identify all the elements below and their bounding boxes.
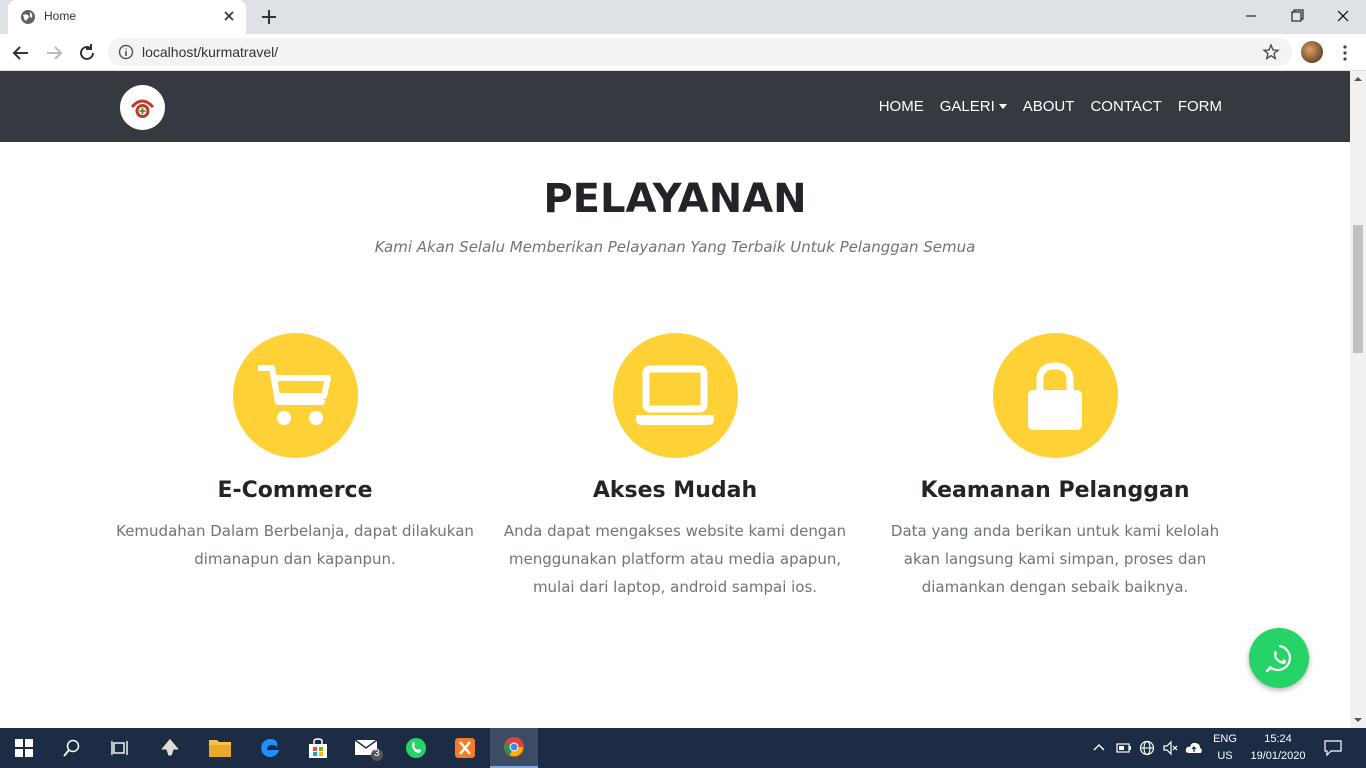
restore-icon[interactable] <box>1274 4 1320 28</box>
clock-time[interactable]: 15:24 <box>1246 733 1310 745</box>
language-top[interactable]: ENG <box>1210 733 1240 745</box>
feature-icon-circle <box>232 333 358 458</box>
search-button[interactable] <box>48 728 96 768</box>
search-icon <box>63 739 80 757</box>
battery-icon[interactable] <box>1116 741 1132 755</box>
notifications-icon[interactable] <box>1324 740 1342 756</box>
menu-kebab-icon[interactable] <box>1338 43 1352 63</box>
forward-icon[interactable] <box>43 42 65 64</box>
shopping-cart-icon <box>258 364 331 425</box>
cloud-upload-icon[interactable] <box>1185 740 1203 756</box>
taskbar-app-inkscape[interactable] <box>146 728 194 768</box>
close-tab-icon[interactable] <box>220 7 238 25</box>
taskbar-app-file-explorer[interactable] <box>196 728 244 768</box>
task-view-button[interactable] <box>96 728 144 768</box>
nav-galeri[interactable]: GALERI <box>940 98 1007 115</box>
taskbar-app-mail[interactable]: 3 <box>344 728 392 768</box>
site-logo[interactable] <box>120 85 165 130</box>
nav-about[interactable]: ABOUT <box>1023 98 1075 115</box>
back-icon[interactable] <box>10 42 32 64</box>
logo-emblem-icon <box>130 99 155 118</box>
taskbar-app-whatsapp[interactable] <box>392 728 440 768</box>
reload-icon[interactable] <box>76 42 98 64</box>
feature-title: E-Commerce <box>217 478 373 503</box>
feature-title: Keamanan Pelanggan <box>920 478 1190 503</box>
new-tab-icon[interactable] <box>258 6 280 28</box>
taskbar-app-chrome[interactable] <box>490 728 538 768</box>
whatsapp-button[interactable] <box>1249 628 1309 688</box>
page-viewport: HOME GALERI ABOUT CONTACT FORM PELAYANAN… <box>0 71 1350 728</box>
chrome-icon <box>504 737 524 757</box>
windows-logo-icon <box>15 739 33 757</box>
page-scrollbar[interactable] <box>1350 71 1366 728</box>
windows-taskbar: 3 ENG US 15:24 19/01/2020 <box>0 728 1366 768</box>
mail-badge: 3 <box>374 748 380 759</box>
feature-text: Data yang anda berikan untuk kami kelola… <box>890 522 1220 596</box>
bookmark-star-icon[interactable] <box>1262 43 1280 61</box>
taskbar-app-store[interactable] <box>294 728 342 768</box>
nav-galeri-label: GALERI <box>939 98 995 115</box>
taskbar-app-xampp[interactable] <box>441 728 489 768</box>
section-subtitle: Kami Akan Selalu Memberikan Pelayanan Ya… <box>374 238 976 256</box>
address-bar: localhost/kurmatravel/ <box>0 34 1366 71</box>
url-field[interactable]: localhost/kurmatravel/ <box>108 38 1292 66</box>
store-icon <box>309 738 327 758</box>
feature-akses-mudah: Akses Mudah Anda dapat mengakses website… <box>485 333 865 601</box>
feature-icon-circle <box>612 333 738 458</box>
taskbar-app-edge[interactable] <box>246 728 294 768</box>
chevron-up-icon[interactable] <box>1092 741 1106 755</box>
site-navbar: HOME GALERI ABOUT CONTACT FORM <box>0 71 1350 142</box>
laptop-icon <box>636 365 714 425</box>
scroll-up-icon[interactable] <box>1354 75 1362 83</box>
feature-keamanan: Keamanan Pelanggan Data yang anda berika… <box>865 333 1245 601</box>
folder-icon <box>209 740 231 757</box>
minimize-icon[interactable] <box>1228 4 1274 28</box>
network-globe-icon[interactable] <box>1139 740 1155 756</box>
inkscape-icon <box>158 737 182 757</box>
nav-form[interactable]: FORM <box>1178 98 1222 115</box>
clock-date[interactable]: 19/01/2020 <box>1246 750 1310 762</box>
volume-muted-icon[interactable] <box>1162 740 1178 756</box>
scroll-thumb[interactable] <box>1353 225 1363 353</box>
nav-links: HOME GALERI ABOUT CONTACT FORM <box>879 98 1222 115</box>
feature-title: Akses Mudah <box>592 478 758 503</box>
lock-icon <box>1028 361 1082 430</box>
whatsapp-icon <box>406 738 426 758</box>
url-text: localhost/kurmatravel/ <box>142 44 279 60</box>
start-button[interactable] <box>0 728 48 768</box>
close-window-icon[interactable] <box>1320 4 1366 28</box>
info-icon[interactable] <box>118 44 134 60</box>
feature-ecommerce: E-Commerce Kemudahan Dalam Berbelanja, d… <box>105 333 485 573</box>
feature-icon-circle <box>992 333 1118 458</box>
xampp-icon <box>455 738 475 758</box>
section-title: PELAYANAN <box>543 176 807 222</box>
globe-icon <box>21 10 35 24</box>
nav-contact[interactable]: CONTACT <box>1090 98 1161 115</box>
tab-title: Home <box>44 9 77 23</box>
task-view-icon <box>111 741 128 755</box>
dropdown-caret-icon <box>998 104 1007 109</box>
profile-avatar[interactable] <box>1301 41 1323 63</box>
scroll-down-icon[interactable] <box>1354 716 1362 724</box>
feature-text: Kemudahan Dalam Berbelanja, dapat dilaku… <box>116 522 474 568</box>
language-bottom[interactable]: US <box>1210 750 1240 762</box>
browser-tab-bar: Home <box>0 0 1366 34</box>
nav-home[interactable]: HOME <box>879 98 924 115</box>
whatsapp-icon <box>1265 644 1291 673</box>
feature-text: Anda dapat mengakses website kami dengan… <box>503 522 847 596</box>
browser-tab[interactable]: Home <box>8 0 246 34</box>
edge-icon <box>261 739 279 757</box>
